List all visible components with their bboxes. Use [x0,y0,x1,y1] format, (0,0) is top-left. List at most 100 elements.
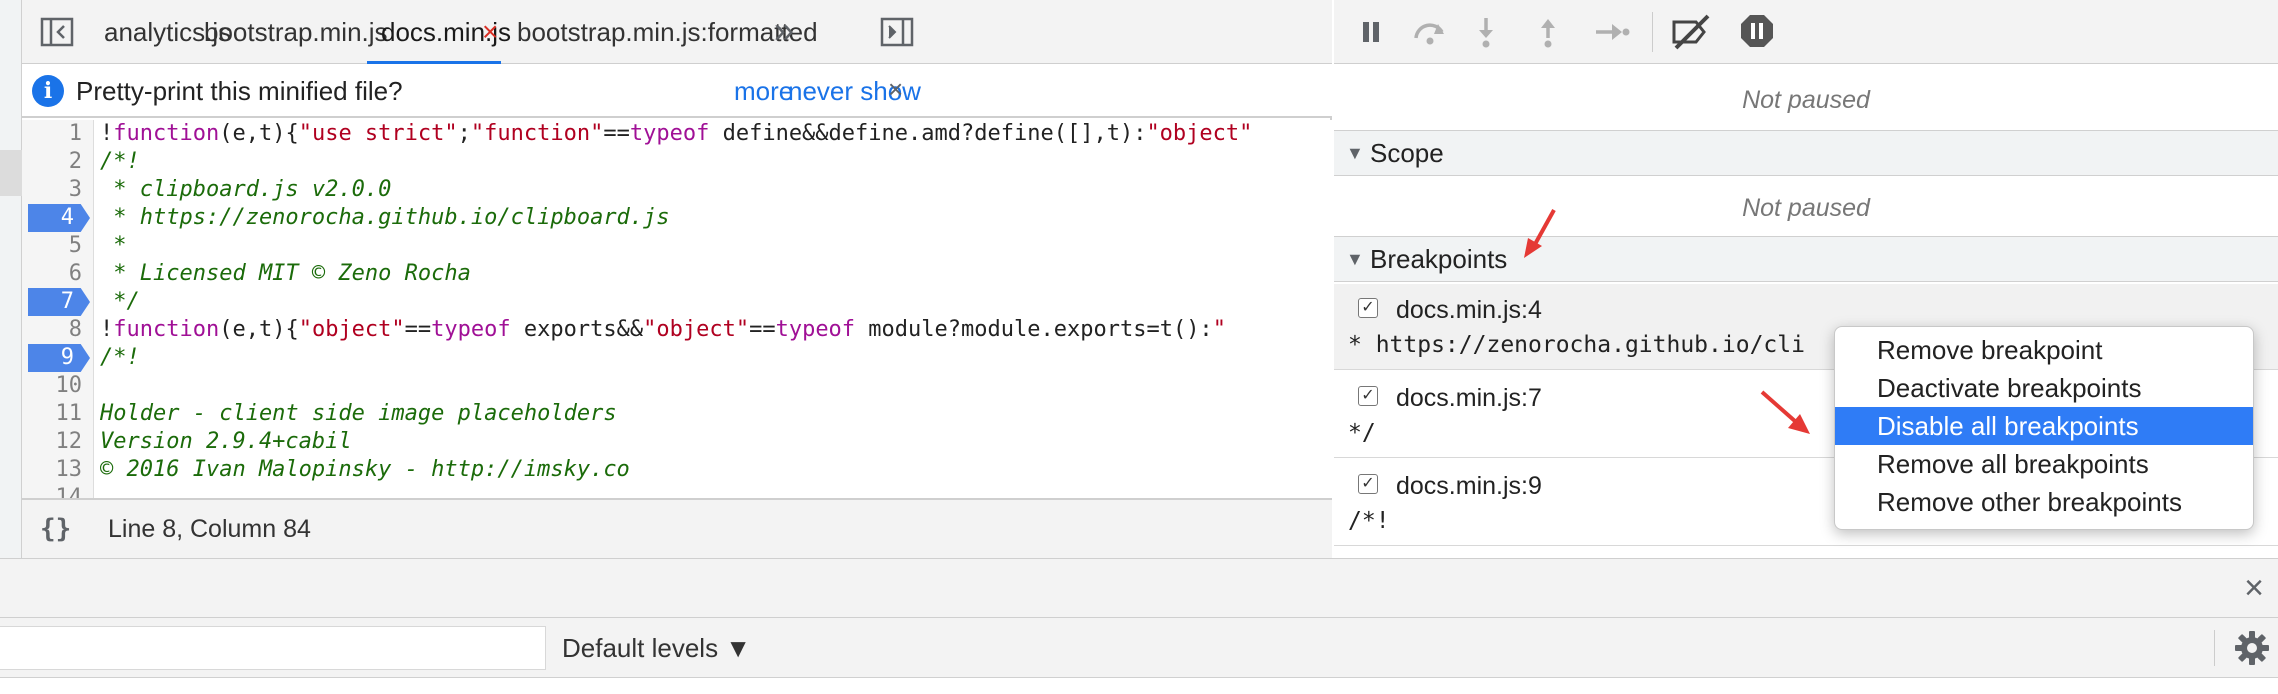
code-comment: * https://zenorocha.github.io/clipboard.… [100,205,670,230]
code-token: " [1212,317,1226,342]
code-token: ! [100,121,114,146]
tab-close-icon[interactable]: × [482,0,498,64]
breakpoint-code: */ [1348,420,1376,446]
code-line[interactable]: © 2016 Ivan Malopinsky - http://imsky.co [100,456,630,484]
annotation-arrow-icon [1760,390,1810,434]
code-token: ; [457,121,471,146]
menu-item-remove-other-breakpoints[interactable]: Remove other breakpoints [1835,483,2253,521]
annotation-arrow-icon [1524,209,1556,258]
call-stack-not-paused: Not paused [1742,86,1870,114]
pretty-print-infobar: i Pretty-print this minified file? more … [22,64,1332,118]
code-line[interactable]: /*! [100,148,140,176]
more-tabs-icon[interactable]: » [774,0,794,60]
line-number[interactable]: 12 [22,428,83,456]
code-line[interactable]: * https://zenorocha.github.io/clipboard.… [100,204,670,232]
code-line[interactable]: * Licensed MIT © Zeno Rocha [100,260,471,288]
menu-item-remove-all-breakpoints[interactable]: Remove all breakpoints [1835,445,2253,483]
pause-on-exceptions-icon[interactable] [1740,14,1774,53]
step-icon[interactable] [1594,20,1630,49]
code-line[interactable]: Holder - client side image placeholders [100,400,617,428]
editor-tab-bar: analytics.js bootstrap.min.js docs.min.j… [22,0,1332,64]
code-comment: Version 2.9.4+cabil [100,429,352,454]
scope-not-paused: Not paused [1742,194,1870,222]
sources-editor-pane: analytics.js bootstrap.min.js docs.min.j… [22,0,1332,558]
breakpoint-checkbox[interactable]: ✓ [1358,298,1378,318]
code-line[interactable]: !function(e,t){"use strict";"function"==… [100,120,1252,148]
line-number[interactable]: 6 [22,260,82,288]
breakpoints-expand-icon: ▼ [1346,249,1364,269]
infobar-close-icon[interactable]: × [888,64,903,114]
menu-item-disable-all-breakpoints[interactable]: Disable all breakpoints [1835,407,2253,445]
log-levels-dropdown[interactable]: Default levels ▼ [562,618,751,678]
code-comment: * clipboard.js v2.0.0 [100,177,392,202]
pretty-print-button[interactable]: {} [40,500,71,558]
code-token: (e,t){ [219,317,299,342]
code-line[interactable]: */ [100,288,140,316]
code-token: typeof [431,317,511,342]
console-toolbar: Default levels ▼ [0,618,2278,678]
code-token: typeof [775,317,856,342]
code-line[interactable]: /*! [100,344,140,372]
code-token: typeof [629,121,710,146]
code-comment: /*! [100,149,140,174]
editor-status-bar: {} Line 8, Column 84 [22,498,1332,558]
code-comment: Holder - client side image placeholders [100,401,617,426]
console-filter-input[interactable] [0,626,546,670]
code-token: == [404,317,432,342]
step-out-icon[interactable] [1536,16,1560,53]
line-number[interactable]: 8 [22,316,82,344]
line-number[interactable]: 10 [22,372,83,400]
info-icon: i [32,75,64,107]
code-line[interactable]: !function(e,t){"object"==typeof exports&… [100,316,1226,344]
breakpoint-location: docs.min.js:9 [1396,472,1542,500]
toolbar-separator [1652,12,1653,52]
code-view[interactable]: 1 2 3 4 5 6 7 8 9 10 11 12 13 14 !function(e,t){"use … [22,120,1332,498]
breakpoint-checkbox[interactable]: ✓ [1358,386,1378,406]
breakpoint-marker[interactable]: 4 [28,204,90,232]
scope-section-header[interactable]: ▼ Scope [1334,130,2278,176]
line-number[interactable]: 14 [22,484,83,498]
debugger-toolbar [1334,0,2278,64]
scope-label: Scope [1370,138,1444,168]
tab-bootstrap-min-js[interactable]: bootstrap.min.js [204,0,388,64]
code-line[interactable]: * [100,232,127,260]
deactivate-breakpoints-icon[interactable] [1670,14,1712,55]
console-output-partial [0,678,2278,694]
code-token: == [749,317,776,342]
breakpoint-checkbox[interactable]: ✓ [1358,474,1378,494]
breakpoints-section-header[interactable]: ▼ Breakpoints [1334,236,2278,282]
code-comment: * [100,233,127,258]
toggle-navigator-icon[interactable] [40,16,74,53]
code-token: function [113,317,220,342]
breakpoint-marker[interactable]: 7 [28,288,90,316]
tab-bootstrap-formatted[interactable]: bootstrap.min.js:formatted [517,0,818,64]
menu-item-remove-breakpoint[interactable]: Remove breakpoint [1835,331,2253,369]
pause-icon[interactable] [1360,20,1382,49]
code-token: "use strict" [298,121,458,146]
gear-icon[interactable] [2234,630,2270,671]
code-line[interactable]: Version 2.9.4+cabil [100,428,352,456]
code-comment: */ [100,289,140,314]
code-token: "object" [298,317,405,342]
code-comment: © 2016 Ivan Malopinsky - http://imsky.co [100,457,630,482]
line-number[interactable]: 5 [22,232,82,260]
menu-item-deactivate-breakpoints[interactable]: Deactivate breakpoints [1835,369,2253,407]
code-line[interactable]: * clipboard.js v2.0.0 [100,176,391,204]
tab-docs-min-js[interactable]: docs.min.js [367,0,511,64]
line-number: 4 [60,205,74,230]
line-number[interactable]: 13 [22,456,83,484]
drawer-close-icon[interactable]: × [2244,559,2264,617]
step-into-icon[interactable] [1474,16,1498,53]
line-number[interactable]: 2 [22,148,82,176]
line-number[interactable]: 3 [22,176,82,204]
infobar-more-link[interactable]: more [734,64,793,118]
step-over-icon[interactable] [1410,18,1450,51]
line-number[interactable]: 11 [22,400,83,428]
breakpoint-context-menu: Remove breakpoint Deactivate breakpoints… [1834,326,2254,530]
breakpoint-marker[interactable]: 9 [28,344,90,372]
line-number[interactable]: 1 [22,120,82,148]
toggle-debugger-icon[interactable] [880,16,914,53]
code-token: define&&define.amd?define([],t): [709,121,1147,146]
line-number: 9 [60,345,74,370]
code-comment: * Licensed MIT © Zeno Rocha [100,261,471,286]
